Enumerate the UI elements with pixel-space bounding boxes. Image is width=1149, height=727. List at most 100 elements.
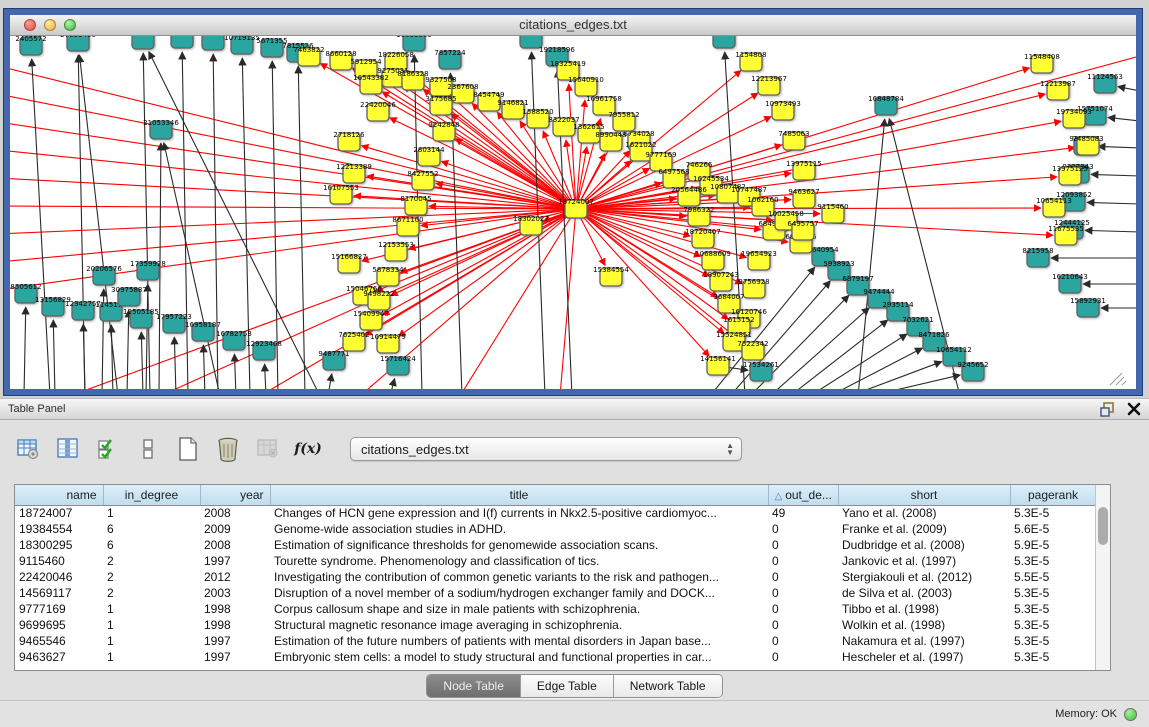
tab-network-table[interactable]: Network Table (614, 675, 722, 697)
table-vertical-scrollbar[interactable] (1095, 485, 1110, 670)
network-edge[interactable] (328, 374, 332, 389)
column-header-title[interactable]: title (270, 485, 768, 505)
network-node[interactable]: 8427552 (407, 170, 438, 190)
network-node[interactable]: 19654923 (741, 250, 777, 270)
table-row[interactable]: 977716911998Corpus callosum shape and si… (15, 601, 1096, 617)
column-header-pagerank[interactable]: pagerank (1010, 485, 1096, 505)
scrollbar-thumb[interactable] (1098, 507, 1108, 545)
network-edge[interactable] (870, 375, 960, 389)
network-node[interactable]: 16914479 (370, 333, 406, 353)
network-node[interactable]: 2405572 (15, 36, 46, 55)
network-edge[interactable] (234, 354, 236, 389)
network-edge[interactable] (24, 307, 26, 389)
show-column-button[interactable] (54, 435, 82, 463)
network-node[interactable]: 6497568 (658, 168, 689, 188)
table-row[interactable]: 946554611997Estimation of the future num… (15, 633, 1096, 649)
network-node[interactable]: 18720407 (685, 228, 721, 248)
network-node[interactable]: 3175685 (425, 95, 456, 115)
network-edge[interactable] (858, 119, 885, 389)
delete-column-button[interactable] (214, 435, 242, 463)
network-node[interactable]: 7463822 (293, 46, 324, 66)
network-node[interactable]: 16107553 (323, 184, 359, 204)
network-edge[interactable] (298, 66, 305, 389)
network-edge[interactable] (1108, 117, 1136, 121)
network-node[interactable]: 9463627 (788, 188, 819, 208)
network-node[interactable]: 10719135 (224, 36, 260, 54)
network-node[interactable]: 15640910 (568, 76, 604, 96)
network-edge[interactable] (146, 284, 148, 389)
network-node[interactable]: 16033809 (396, 36, 432, 51)
network-node[interactable]: 7857224 (434, 49, 466, 69)
row-height-button[interactable] (134, 435, 162, 463)
network-node[interactable]: 9115460 (817, 203, 848, 223)
network-node[interactable]: 15892931 (1070, 297, 1106, 317)
network-node[interactable]: 20206576 (86, 265, 122, 285)
network-node[interactable]: 15716424 (380, 355, 416, 375)
window-titlebar[interactable]: citations_edges.txt (10, 15, 1136, 36)
network-edge[interactable] (1091, 174, 1136, 176)
column-header-name[interactable]: name (15, 485, 103, 505)
network-edge[interactable] (53, 320, 55, 389)
table-row[interactable]: 969969511998Structural magnetic resonanc… (15, 617, 1096, 633)
float-panel-icon[interactable] (1100, 402, 1115, 417)
network-node[interactable]: 7955812 (608, 111, 639, 131)
close-panel-icon[interactable] (1127, 402, 1141, 416)
memory-ok-icon[interactable] (1124, 708, 1137, 721)
network-edge[interactable] (850, 362, 942, 389)
network-edge[interactable] (182, 52, 188, 389)
network-edge[interactable] (79, 55, 118, 389)
zoom-window-icon[interactable] (64, 19, 76, 31)
network-node[interactable]: 12923468 (246, 340, 282, 360)
table-row[interactable]: 1456911722003Disruption of a novel membe… (15, 585, 1096, 601)
network-node[interactable]: 8170045 (400, 195, 431, 215)
network-node[interactable]: 9498222 (363, 290, 394, 310)
network-node[interactable]: 8671100 (392, 216, 423, 236)
network-node[interactable]: 15409948 (353, 310, 389, 330)
network-edge[interactable] (770, 308, 869, 389)
network-node[interactable]: 8215958 (1022, 247, 1053, 267)
network-node[interactable]: 7485083 (1072, 135, 1103, 155)
network-node[interactable]: 12213967 (751, 75, 787, 95)
network-node[interactable]: 17534261 (743, 361, 779, 381)
network-node[interactable]: 18907243 (703, 271, 739, 291)
network-edge[interactable] (10, 209, 576, 234)
tab-edge-table[interactable]: Edge Table (521, 675, 614, 697)
table-row[interactable]: 1872400712008Changes of HCN gene express… (15, 505, 1096, 521)
table-row[interactable]: 946362711997Embryonic stem cells: a mode… (15, 649, 1096, 665)
network-edge[interactable] (127, 310, 129, 389)
table-settings-button[interactable] (14, 435, 42, 463)
network-node[interactable]: 2718126 (333, 131, 365, 151)
network-node[interactable]: 10655287 (125, 36, 161, 49)
network-node[interactable]: 12153553 (378, 241, 414, 261)
create-column-button[interactable] (174, 435, 202, 463)
table-row[interactable]: 1938455462009Genome-wide association stu… (15, 521, 1096, 537)
network-node[interactable]: 7485063 (778, 130, 809, 150)
network-edge[interactable] (1098, 146, 1136, 148)
network-node[interactable]: 12213389 (336, 163, 372, 183)
table-select-dropdown[interactable]: citations_edges.txt ▲▼ (350, 437, 742, 461)
network-edge[interactable] (1087, 202, 1136, 204)
column-header-short[interactable]: short (838, 485, 1010, 505)
network-edge[interactable] (265, 364, 266, 389)
table-row[interactable]: 2242004622012Investigating the contribut… (15, 569, 1096, 585)
column-header-year[interactable]: year (200, 485, 270, 505)
network-node[interactable]: 1527602 (166, 36, 197, 48)
network-node[interactable]: 9242848 (428, 121, 459, 141)
network-edge[interactable] (141, 332, 143, 389)
network-edge[interactable] (576, 56, 1136, 209)
network-node[interactable]: 12213987 (1040, 80, 1076, 100)
network-edge[interactable] (399, 209, 576, 336)
network-edge[interactable] (203, 345, 205, 389)
network-node[interactable]: 10688609 (695, 250, 731, 270)
network-node[interactable]: 8186328 (397, 70, 428, 90)
canvas-resize-grip[interactable] (1110, 373, 1126, 385)
network-edge[interactable] (111, 325, 113, 389)
network-node[interactable]: 1154808 (735, 51, 766, 71)
network-canvas[interactable]: 2405572276914061065528715276026466160107… (10, 36, 1136, 389)
network-node[interactable]: 14156141 (700, 355, 736, 375)
network-edge[interactable] (32, 59, 50, 389)
select-rows-button[interactable] (94, 435, 122, 463)
network-node[interactable]: 16848784 (868, 95, 904, 115)
network-node[interactable]: 2687682 (708, 36, 739, 48)
network-edge[interactable] (174, 337, 176, 389)
